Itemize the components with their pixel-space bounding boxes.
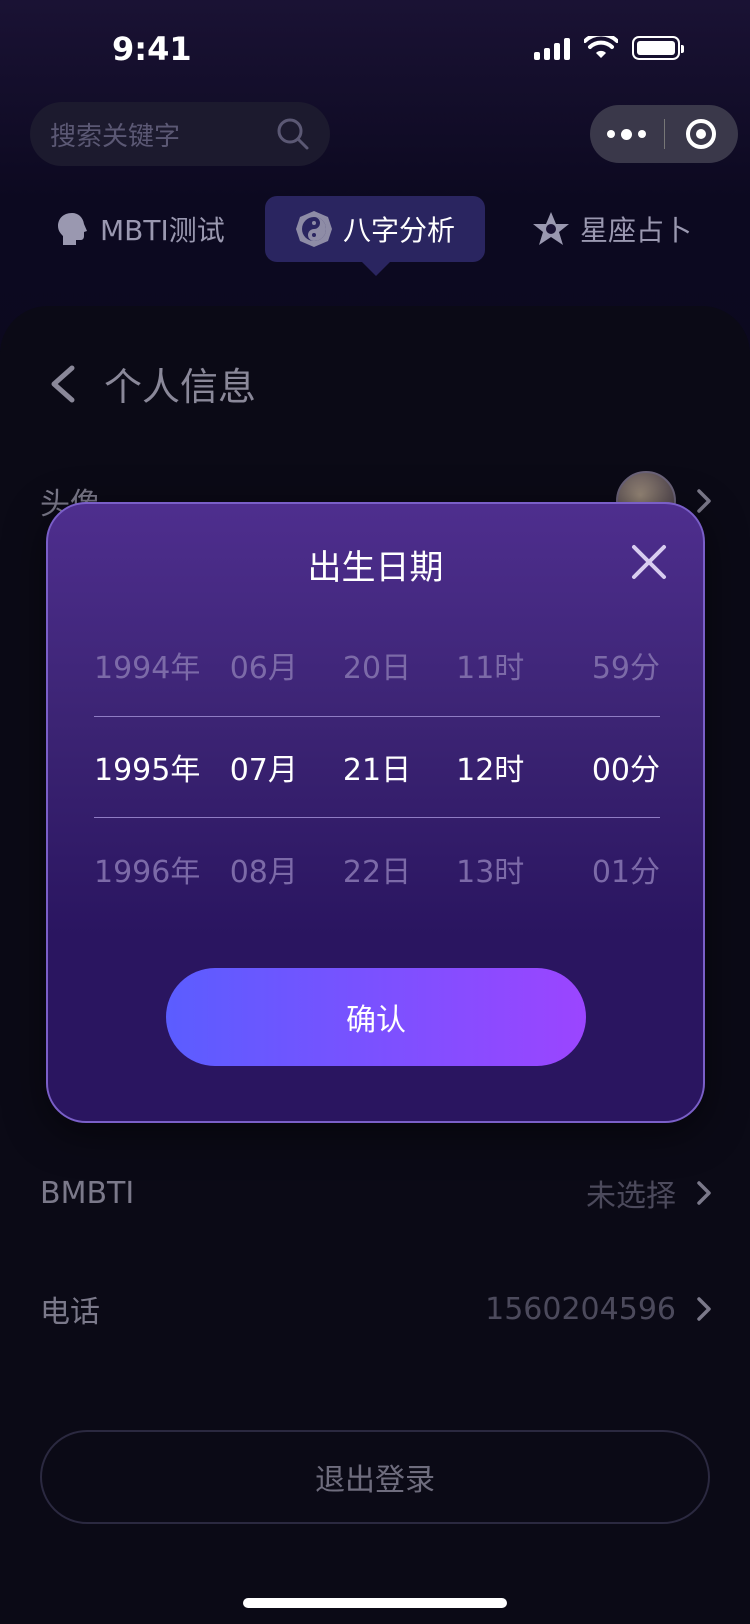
search-input[interactable]: 搜索关键字 bbox=[30, 102, 330, 166]
picker-minute-next[interactable]: 01分 bbox=[547, 847, 660, 891]
home-indicator bbox=[243, 1598, 507, 1608]
row-phone-value: 1560204596 bbox=[485, 1291, 676, 1327]
miniprogram-capsule bbox=[590, 105, 738, 163]
battery-icon bbox=[632, 36, 684, 60]
row-bmbti[interactable]: BMBTI 未选择 bbox=[40, 1158, 712, 1228]
row-phone[interactable]: 电话 1560204596 bbox=[40, 1274, 712, 1344]
status-time: 9:41 bbox=[112, 30, 192, 68]
tab-bazi[interactable]: 八字分析 bbox=[265, 196, 486, 262]
row-bmbti-label: BMBTI bbox=[40, 1175, 135, 1211]
picker-row-prev[interactable]: 1994年 06月 20日 11时 59分 bbox=[94, 614, 660, 716]
tab-mbti-label: MBTI测试 bbox=[100, 214, 225, 247]
picker-hour-next[interactable]: 13时 bbox=[434, 847, 547, 891]
tab-mbti[interactable]: MBTI测试 bbox=[56, 196, 225, 262]
confirm-button[interactable]: 确认 bbox=[166, 968, 586, 1066]
picker-day-selected[interactable]: 21日 bbox=[320, 745, 433, 789]
wifi-icon bbox=[584, 36, 618, 58]
picker-month-selected[interactable]: 07月 bbox=[207, 745, 320, 789]
back-icon[interactable] bbox=[48, 364, 76, 404]
picker-hour-prev[interactable]: 11时 bbox=[434, 643, 547, 687]
star-icon bbox=[533, 212, 569, 245]
picker-row-next[interactable]: 1996年 08月 22日 13时 01分 bbox=[94, 818, 660, 920]
tab-pointer bbox=[362, 262, 390, 276]
head-icon bbox=[58, 213, 87, 245]
target-icon bbox=[686, 119, 717, 149]
picker-day-prev[interactable]: 20日 bbox=[320, 643, 433, 687]
birth-date-modal: 出生日期 1994年 06月 20日 11时 59分 1995年 07月 21日… bbox=[46, 502, 705, 1123]
status-icons bbox=[534, 36, 684, 60]
picker-minute-prev[interactable]: 59分 bbox=[547, 643, 660, 687]
page-title: 个人信息 bbox=[104, 365, 257, 409]
tab-astrology[interactable]: 星座占卜 bbox=[532, 196, 692, 262]
picker-year-selected[interactable]: 1995年 bbox=[94, 745, 207, 789]
status-bar: 9:41 bbox=[0, 0, 750, 100]
close-miniprogram-button[interactable] bbox=[665, 119, 739, 149]
picker-day-next[interactable]: 22日 bbox=[320, 847, 433, 891]
picker-hour-selected[interactable]: 12时 bbox=[434, 745, 547, 789]
yin-yang-icon bbox=[296, 211, 332, 247]
search-icon[interactable] bbox=[276, 117, 310, 151]
page-header: 个人信息 bbox=[48, 356, 256, 411]
row-bmbti-value: 未选择 bbox=[586, 1179, 676, 1214]
row-phone-label: 电话 bbox=[40, 1295, 100, 1330]
picker-year-next[interactable]: 1996年 bbox=[94, 847, 207, 891]
chevron-right-icon bbox=[697, 1297, 711, 1321]
signal-icon bbox=[534, 36, 570, 60]
top-tabs: MBTI测试 八字分析 星座占卜 bbox=[0, 196, 750, 266]
picker-year-prev[interactable]: 1994年 bbox=[94, 643, 207, 687]
chevron-right-icon bbox=[697, 1181, 711, 1205]
close-icon[interactable] bbox=[629, 542, 669, 582]
picker-minute-selected[interactable]: 00分 bbox=[547, 745, 660, 789]
more-icon[interactable] bbox=[590, 128, 664, 140]
modal-title: 出生日期 bbox=[307, 548, 444, 588]
picker-month-prev[interactable]: 06月 bbox=[207, 643, 320, 687]
tab-astrology-label: 星座占卜 bbox=[580, 214, 693, 247]
tab-bazi-label: 八字分析 bbox=[343, 214, 456, 247]
chevron-right-icon bbox=[697, 489, 711, 513]
date-picker[interactable]: 1994年 06月 20日 11时 59分 1995年 07月 21日 12时 … bbox=[94, 614, 660, 920]
logout-button[interactable]: 退出登录 bbox=[40, 1430, 710, 1524]
search-placeholder: 搜索关键字 bbox=[50, 121, 181, 152]
picker-month-next[interactable]: 08月 bbox=[207, 847, 320, 891]
picker-row-selected[interactable]: 1995年 07月 21日 12时 00分 bbox=[94, 716, 660, 818]
